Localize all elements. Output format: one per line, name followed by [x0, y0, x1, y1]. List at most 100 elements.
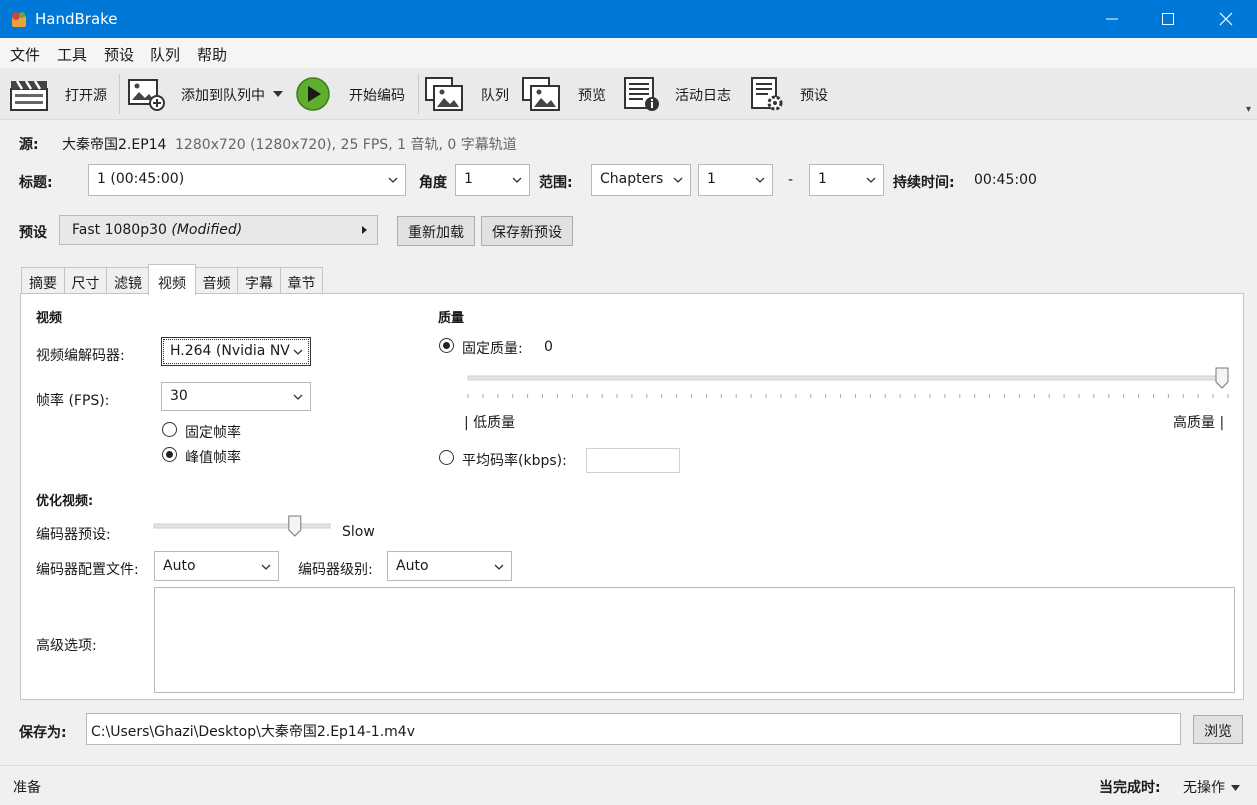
- avg-bitrate-radio[interactable]: [439, 450, 454, 465]
- preview-icon[interactable]: [521, 76, 561, 112]
- open-source-button[interactable]: 打开源: [65, 85, 107, 105]
- preset-name: Fast 1080p30: [72, 222, 167, 238]
- peak-fps-radio[interactable]: [162, 447, 177, 462]
- tab-filters[interactable]: 滤镜: [106, 267, 150, 294]
- window-title: HandBrake: [35, 10, 118, 28]
- destination-path-input[interactable]: C:\Users\Ghazi\Desktop\大秦帝国2.Ep14-1.m4v: [86, 713, 1181, 745]
- title-dropdown-value: 1 (00:45:00): [97, 171, 185, 187]
- maximize-button[interactable]: [1139, 0, 1197, 38]
- duration-label: 持续时间:: [893, 175, 955, 191]
- preset-label: 预设: [19, 225, 47, 241]
- tab-dimensions[interactable]: 尺寸: [64, 267, 107, 294]
- save-new-preset-button[interactable]: 保存新预设: [481, 216, 573, 246]
- maximize-icon: [1162, 13, 1174, 25]
- close-button[interactable]: [1197, 0, 1255, 38]
- angle-dropdown[interactable]: 1: [455, 164, 530, 196]
- advanced-options-textarea[interactable]: [154, 587, 1235, 693]
- constant-fps-radio[interactable]: [162, 422, 177, 437]
- reload-preset-button[interactable]: 重新加载: [397, 216, 475, 246]
- menu-presets[interactable]: 预设: [104, 44, 134, 65]
- range-label: 范围:: [539, 175, 573, 191]
- video-codec-dropdown[interactable]: H.264 (Nvidia NV: [161, 337, 311, 366]
- tab-chapters[interactable]: 章节: [280, 267, 323, 294]
- when-done-value: 无操作: [1183, 780, 1225, 796]
- constant-quality-value: 0: [544, 339, 553, 355]
- menu-file[interactable]: 文件: [10, 44, 40, 65]
- preview-button[interactable]: 预览: [578, 85, 606, 105]
- activity-log-icon[interactable]: [621, 76, 661, 112]
- range-end-dropdown[interactable]: 1: [809, 164, 884, 196]
- start-encode-button[interactable]: 开始编码: [349, 85, 405, 105]
- range-type-value: Chapters: [600, 171, 664, 187]
- fps-label: 帧率 (FPS):: [36, 393, 110, 409]
- tab-summary[interactable]: 摘要: [21, 267, 65, 294]
- angle-label: 角度: [419, 175, 447, 191]
- high-quality-label: 高质量 |: [1173, 415, 1225, 431]
- preset-modified: (Modified): [171, 222, 243, 238]
- duration-value: 00:45:00: [974, 172, 1037, 188]
- when-done-dropdown[interactable]: 无操作: [1183, 777, 1241, 797]
- codec-label: 视频编解码器:: [36, 348, 125, 364]
- title-label: 标题:: [19, 175, 53, 191]
- title-dropdown[interactable]: 1 (00:45:00): [88, 164, 406, 196]
- queue-button[interactable]: 队列: [481, 85, 509, 105]
- preset-selector[interactable]: Fast 1080p30 (Modified): [59, 215, 378, 245]
- range-start-value: 1: [707, 171, 716, 187]
- presets-icon[interactable]: [748, 76, 788, 112]
- chevron-down-icon: [494, 564, 504, 570]
- menu-queue[interactable]: 队列: [150, 44, 180, 65]
- tab-subtitles[interactable]: 字幕: [237, 267, 281, 294]
- minimize-icon: [1106, 18, 1118, 20]
- quality-slider-ticks: [467, 394, 1229, 398]
- queue-icon[interactable]: [424, 76, 464, 112]
- encoder-preset-slider-thumb[interactable]: [288, 515, 302, 537]
- tab-audio[interactable]: 音频: [195, 267, 238, 294]
- add-to-queue-button[interactable]: 添加到队列中: [181, 85, 265, 105]
- encoder-preset-slider[interactable]: [152, 515, 332, 541]
- presets-button[interactable]: 预设: [800, 85, 828, 105]
- encoder-profile-dropdown[interactable]: Auto: [154, 551, 279, 581]
- range-type-dropdown[interactable]: Chapters: [591, 164, 691, 196]
- constant-quality-radio[interactable]: [439, 338, 454, 353]
- open-source-clapper-icon[interactable]: [9, 76, 49, 112]
- toolbar: 打开源 添加到队列中 开始编码 队列 预览 活动日志 预设 ▾: [0, 68, 1257, 120]
- quality-slider-thumb[interactable]: [1215, 367, 1229, 389]
- encoder-level-dropdown[interactable]: Auto: [387, 551, 512, 581]
- chevron-down-icon: [1231, 785, 1241, 791]
- fps-value: 30: [170, 388, 188, 404]
- fps-dropdown[interactable]: 30: [161, 382, 311, 411]
- chevron-down-icon: [673, 177, 683, 183]
- source-name: 大秦帝国2.EP14: [62, 137, 167, 153]
- close-icon: [1219, 12, 1233, 26]
- toolbar-separator: [418, 74, 419, 114]
- quality-slider[interactable]: [464, 365, 1232, 405]
- start-encode-play-icon[interactable]: [295, 76, 331, 112]
- menu-help[interactable]: 帮助: [197, 44, 227, 65]
- avg-bitrate-label: 平均码率(kbps):: [462, 453, 567, 469]
- avg-bitrate-input[interactable]: [586, 448, 680, 473]
- minimize-button[interactable]: [1083, 0, 1141, 38]
- status-text: 准备: [13, 780, 41, 796]
- quality-section-title: 质量: [438, 311, 465, 326]
- save-as-label: 保存为:: [19, 725, 67, 741]
- range-start-dropdown[interactable]: 1: [698, 164, 773, 196]
- toolbar-overflow-icon[interactable]: ▾: [1246, 104, 1251, 115]
- source-info: 1280x720 (1280x720), 25 FPS, 1 音轨, 0 字幕轨…: [175, 137, 517, 153]
- toolbar-separator: [119, 74, 120, 114]
- chevron-down-icon: [512, 177, 522, 183]
- menu-tools[interactable]: 工具: [57, 44, 87, 65]
- advanced-options-label: 高级选项:: [36, 638, 97, 654]
- constant-fps-label: 固定帧率: [185, 425, 241, 441]
- chevron-down-icon: [293, 349, 303, 355]
- encoder-profile-value: Auto: [163, 558, 196, 574]
- add-to-queue-dropdown-icon[interactable]: [272, 90, 284, 98]
- activity-log-button[interactable]: 活动日志: [675, 85, 731, 105]
- browse-button[interactable]: 浏览: [1193, 715, 1243, 744]
- when-done-label: 当完成时:: [1099, 780, 1161, 796]
- encoder-preset-value: Slow: [342, 524, 375, 540]
- tab-video[interactable]: 视频: [148, 264, 196, 295]
- menu-bar: 文件 工具 预设 队列 帮助: [0, 38, 1257, 68]
- source-label: 源:: [19, 137, 39, 153]
- add-to-queue-icon[interactable]: [126, 76, 166, 112]
- chevron-down-icon: [388, 177, 398, 183]
